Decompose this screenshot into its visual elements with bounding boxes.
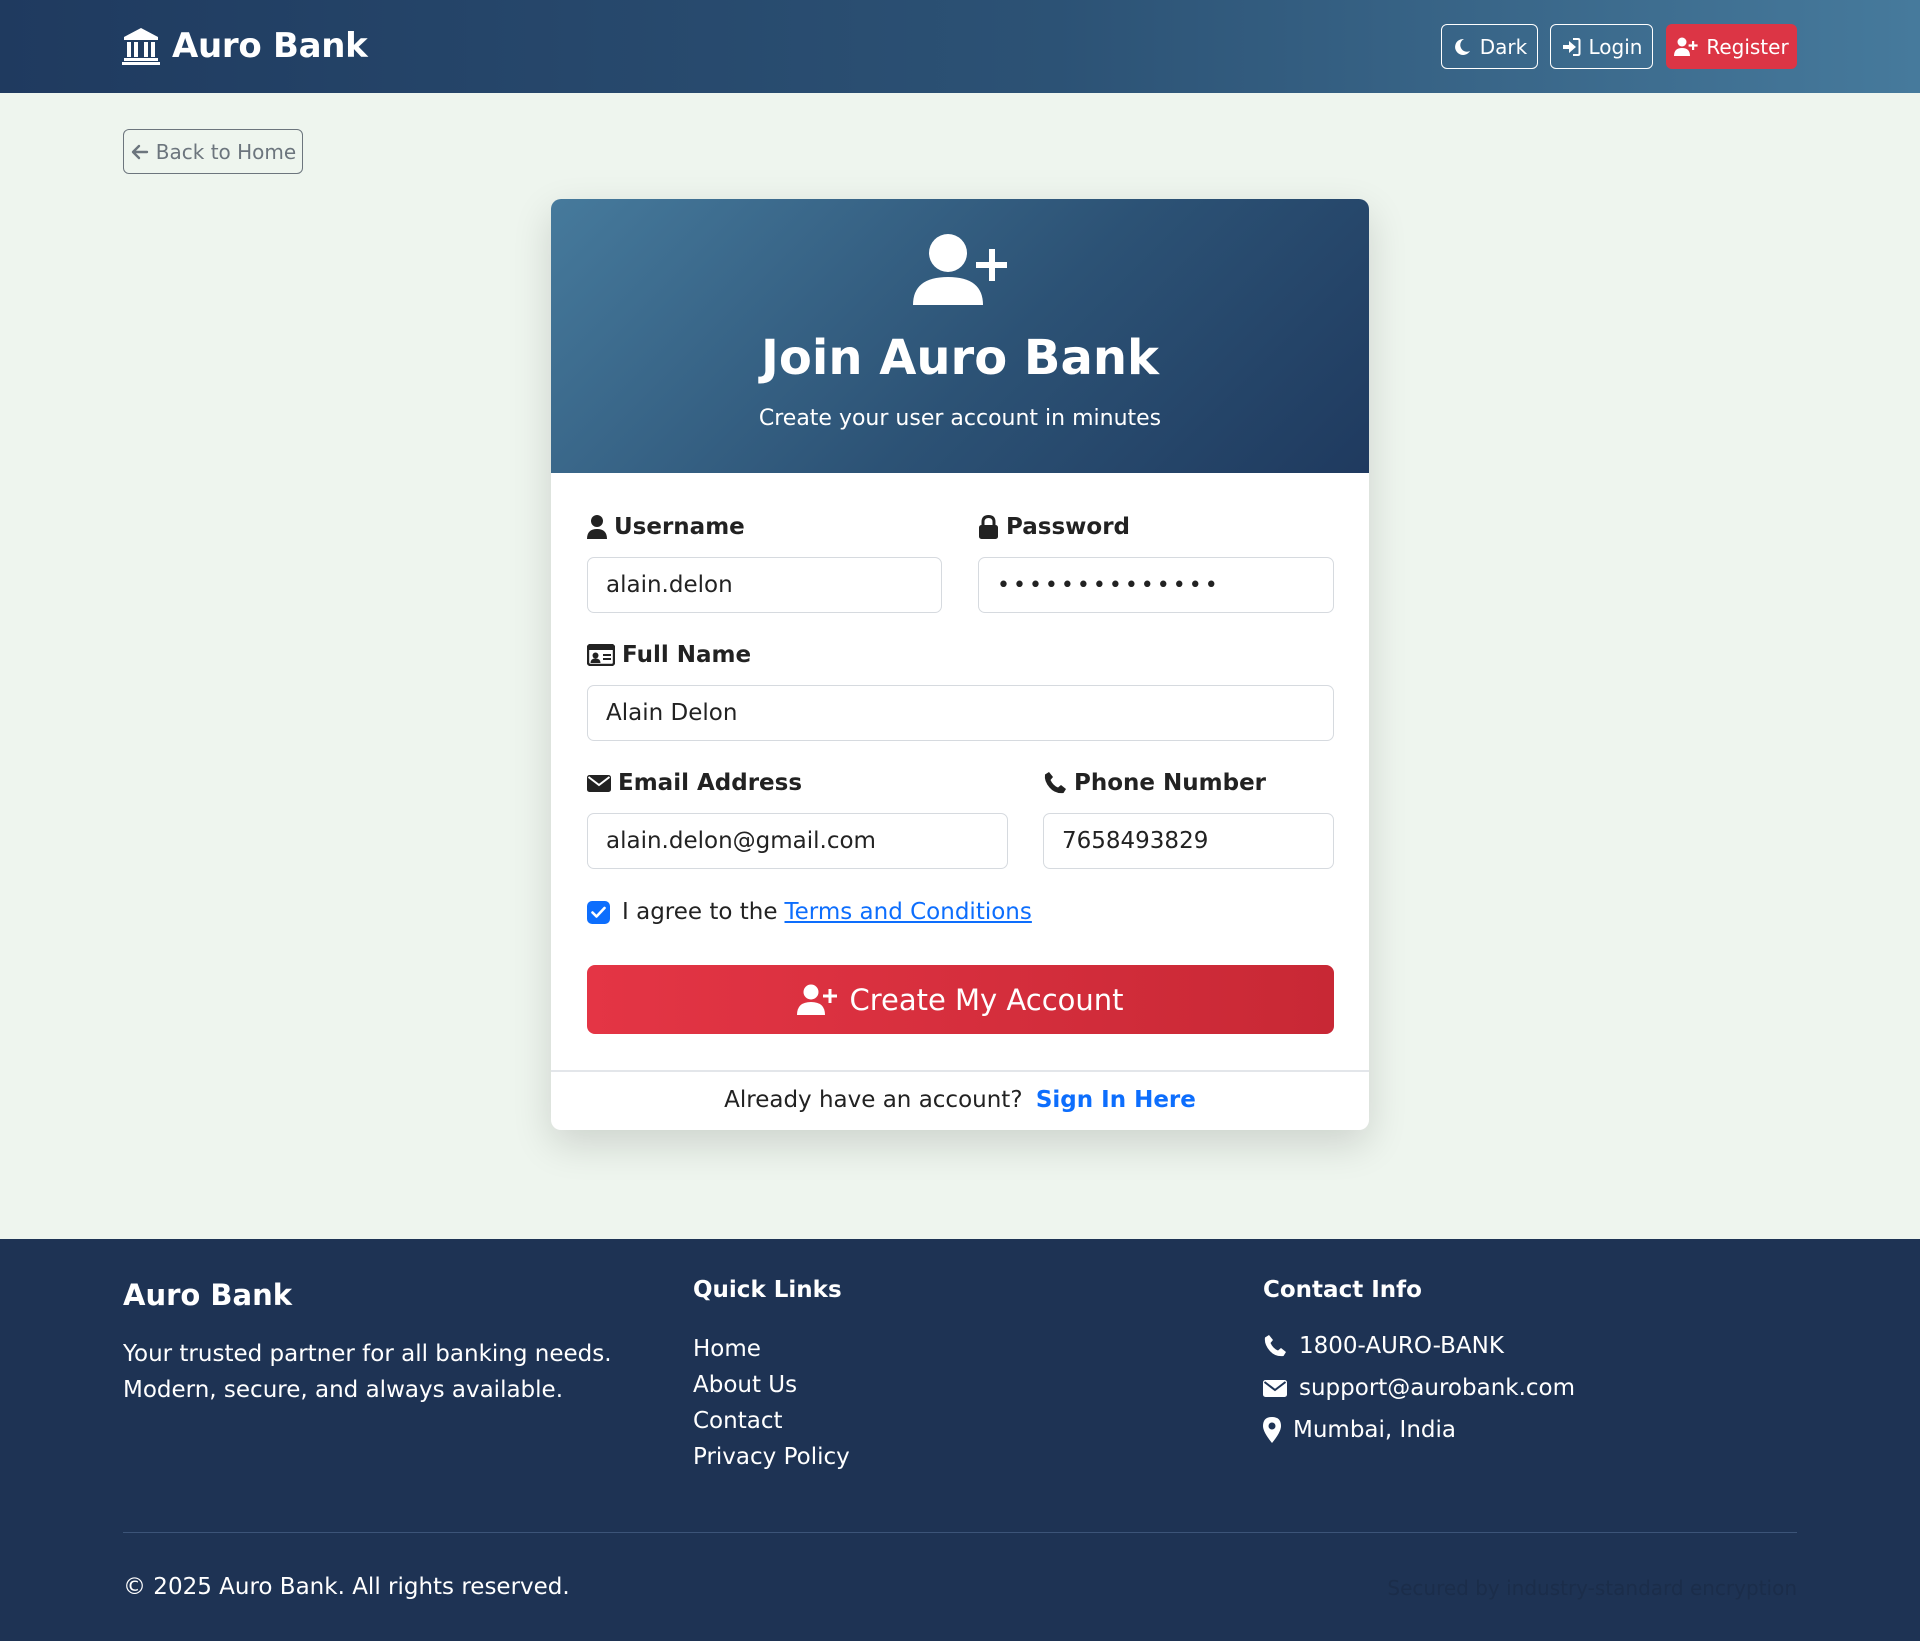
contact-email: support@aurobank.com: [1263, 1375, 1575, 1401]
card-footer-divider: [551, 1070, 1369, 1072]
terms-agree-text: I agree to the: [622, 899, 778, 925]
email-label-text: Email Address: [618, 770, 803, 796]
contact-location-text: Mumbai, India: [1293, 1417, 1456, 1443]
email-label: Email Address: [587, 770, 802, 796]
envelope-icon: [587, 775, 611, 792]
footer-description: Your trusted partner for all banking nee…: [123, 1336, 623, 1408]
footer-link-about[interactable]: About Us: [693, 1367, 850, 1403]
card-title: Join Auro Bank: [761, 330, 1159, 386]
envelope-icon: [1263, 1380, 1287, 1397]
contact-phone-text: 1800-AURO-BANK: [1299, 1333, 1504, 1359]
contact-email-text: support@aurobank.com: [1299, 1375, 1576, 1401]
phone-icon: [1264, 1335, 1286, 1357]
username-value: alain.delon: [606, 572, 733, 598]
sign-in-icon: [1562, 37, 1581, 56]
brand-name: Auro Bank: [172, 26, 368, 66]
signin-prompt: Already have an account? Sign In Here: [551, 1087, 1369, 1113]
dark-mode-button[interactable]: Dark: [1441, 24, 1538, 69]
footer-link-contact[interactable]: Contact: [693, 1403, 850, 1439]
moon-icon: [1454, 38, 1470, 55]
back-to-home-button[interactable]: Back to Home: [123, 129, 303, 174]
terms-link[interactable]: Terms and Conditions: [785, 899, 1032, 925]
footer-link-home[interactable]: Home: [693, 1331, 850, 1367]
fullname-label: Full Name: [587, 642, 751, 668]
card-header: Join Auro Bank Create your user account …: [551, 199, 1369, 473]
footer-description-line: Your trusted partner for all banking nee…: [123, 1341, 612, 1367]
password-input[interactable]: ••••••••••••••: [978, 557, 1334, 613]
lock-icon: [979, 515, 998, 539]
username-label-text: Username: [614, 514, 745, 540]
login-button[interactable]: Login: [1550, 24, 1653, 69]
phone-value: 7658493829: [1062, 828, 1209, 854]
security-note: Secured by industry-standard encryption: [1387, 1576, 1797, 1600]
password-label-text: Password: [1006, 514, 1130, 540]
footer-brand: Auro Bank: [123, 1278, 293, 1312]
fullname-label-text: Full Name: [622, 642, 752, 668]
register-button[interactable]: Register: [1666, 24, 1797, 69]
contact-info-heading: Contact Info: [1263, 1277, 1422, 1303]
quick-links-heading: Quick Links: [693, 1277, 842, 1303]
user-plus-icon: [1674, 37, 1698, 56]
password-value: ••••••••••••••: [997, 572, 1221, 598]
username-input[interactable]: alain.delon: [587, 557, 942, 613]
user-plus-icon: [913, 234, 1007, 305]
footer-description-line: Modern, secure, and always available.: [123, 1377, 563, 1403]
register-label: Register: [1706, 34, 1789, 59]
phone-label-text: Phone Number: [1074, 770, 1267, 796]
username-label: Username: [587, 514, 745, 540]
contact-phone: 1800-AURO-BANK: [1263, 1333, 1504, 1359]
card-subtitle: Create your user account in minutes: [758, 406, 1162, 431]
back-to-home-label: Back to Home: [155, 139, 297, 164]
phone-input[interactable]: 7658493829: [1043, 813, 1334, 869]
footer: Auro Bank Your trusted partner for all b…: [0, 1239, 1920, 1641]
footer-divider: [123, 1532, 1797, 1533]
phone-icon: [1044, 772, 1066, 794]
copyright: © 2025 Auro Bank. All rights reserved.: [123, 1574, 570, 1600]
dark-mode-label: Dark: [1479, 34, 1528, 59]
terms-checkbox[interactable]: [587, 900, 610, 924]
contact-location: Mumbai, India: [1263, 1417, 1456, 1443]
user-plus-icon: [797, 984, 838, 1015]
quick-links-list: Home About Us Contact Privacy Policy: [693, 1331, 850, 1475]
footer-link-privacy[interactable]: Privacy Policy: [693, 1439, 850, 1475]
create-account-button[interactable]: Create My Account: [587, 965, 1334, 1034]
create-account-label: Create My Account: [849, 982, 1124, 1017]
signin-link[interactable]: Sign In Here: [1036, 1087, 1196, 1113]
password-label: Password: [978, 514, 1130, 540]
brand-logo-link[interactable]: Auro Bank: [122, 26, 368, 66]
register-card: Join Auro Bank Create your user account …: [551, 199, 1369, 1130]
id-card-icon: [587, 644, 615, 666]
user-icon: [587, 515, 607, 539]
map-marker-icon: [1263, 1417, 1281, 1443]
phone-label: Phone Number: [1043, 770, 1266, 796]
fullname-input[interactable]: Alain Delon: [587, 685, 1334, 741]
login-label: Login: [1588, 34, 1643, 59]
checkmark-icon: [591, 906, 606, 918]
email-value: alain.delon@gmail.com: [606, 828, 876, 854]
fullname-value: Alain Delon: [606, 700, 738, 726]
terms-agreement: I agree to the Terms and Conditions: [587, 899, 1032, 925]
signin-prompt-text: Already have an account?: [724, 1087, 1023, 1113]
arrow-left-icon: [131, 144, 148, 159]
navbar: Auro Bank Dark Login Register: [0, 0, 1920, 93]
bank-icon: [122, 28, 160, 65]
email-input[interactable]: alain.delon@gmail.com: [587, 813, 1008, 869]
